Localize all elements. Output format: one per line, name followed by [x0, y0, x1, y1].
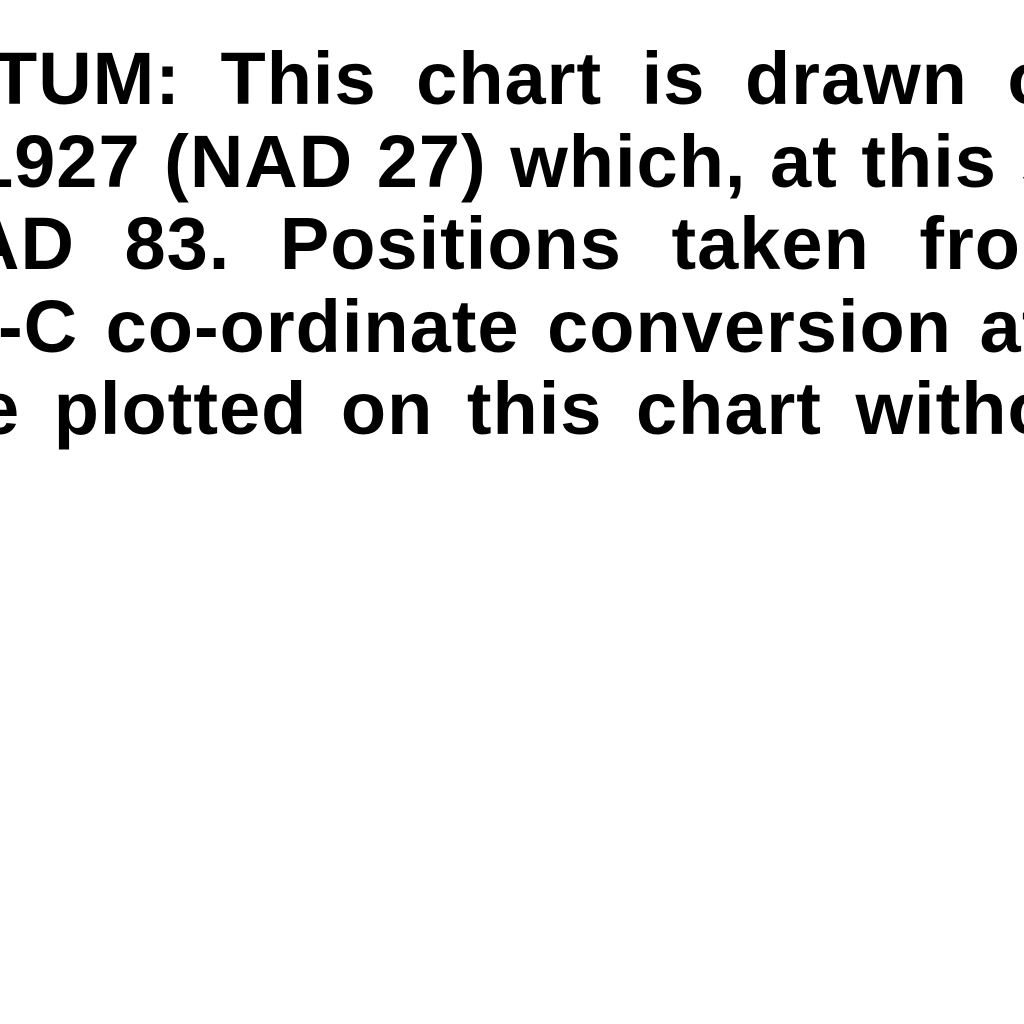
text-line-3: AD 83. Positions taken from: [0, 203, 1024, 286]
text-line-2: 1927 (NAD 27) which, at this s: [0, 121, 1024, 204]
text-line-5: e plotted on this chart without: [0, 368, 1024, 451]
text-line-2-content: 1927 (NAD 27) which, at this s: [0, 120, 1024, 203]
text-line-5-content: e plotted on this chart without: [0, 368, 1024, 450]
text-line-3-content: AD 83. Positions taken from: [0, 203, 1024, 285]
datum-note-paragraph: TUM: This chart is drawn on 1927 (NAD 27…: [0, 38, 1024, 451]
text-line-4-content: -C co-ordinate conversion aft: [0, 285, 1024, 368]
text-line-1: TUM: This chart is drawn on: [0, 38, 1024, 121]
document-page: TUM: This chart is drawn on 1927 (NAD 27…: [0, 0, 1024, 1024]
text-line-4: -C co-ordinate conversion aft: [0, 286, 1024, 369]
text-line-1-content: TUM: This chart is drawn on: [0, 38, 1024, 120]
